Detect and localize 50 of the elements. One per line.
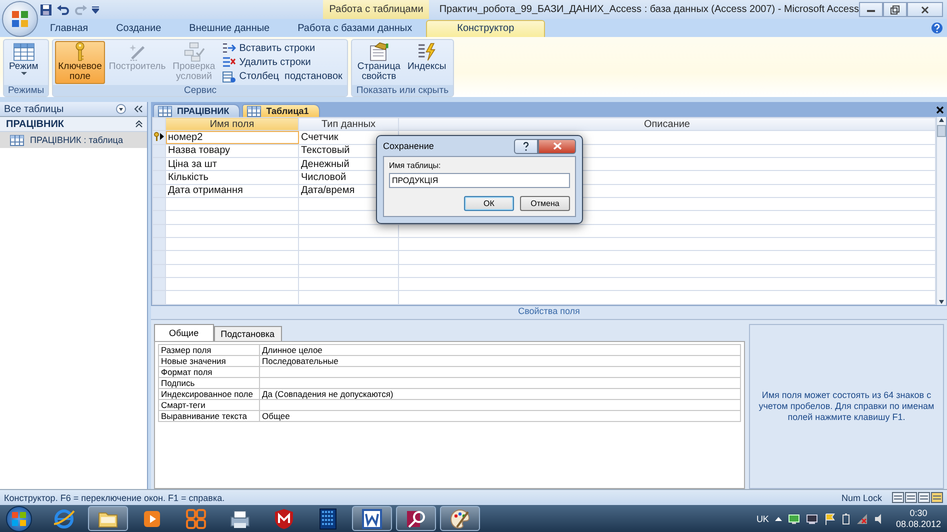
group-label: Сервис — [53, 85, 348, 96]
num-lock-indicator: Num Lock — [841, 492, 882, 502]
property-value[interactable]: Общее — [260, 410, 740, 422]
ribbon-tab[interactable]: Внешние данные — [175, 21, 284, 37]
property-label: Выравнивание текста — [158, 410, 260, 422]
ribbon-tab[interactable]: Конструктор — [426, 20, 546, 37]
property-tab[interactable]: Общие — [154, 324, 214, 341]
column-header[interactable]: Тип данных — [298, 118, 398, 131]
property-value[interactable]: Да (Совпадения не допускаются) — [260, 388, 740, 400]
field-name-cell[interactable]: Ціна за шт — [166, 158, 298, 171]
field-name-cell[interactable]: Кількість — [166, 170, 298, 184]
contextual-tab-label: Работа с таблицами — [323, 0, 430, 19]
group-label: Режимы — [4, 85, 48, 96]
status-text: Конструктор. F6 = переключение окон. F1 = справка. — [4, 492, 226, 502]
ribbon-tab[interactable]: Создание — [102, 21, 176, 37]
field-name-cell[interactable]: Дата отримання — [166, 184, 298, 198]
property-label: Смарт-теги — [158, 400, 260, 410]
property-label: Подпись — [158, 378, 260, 388]
ribbon-tab[interactable]: Работа с базами данных — [284, 21, 426, 37]
dialog-button[interactable]: ОК — [464, 196, 514, 211]
ribbon-tab[interactable]: Главная — [36, 21, 102, 37]
property-label: Новые значения — [158, 356, 260, 366]
nav-item[interactable]: ПРАЦІВНИК : таблица — [0, 132, 147, 148]
clock[interactable]: 0:30 08.08.2012 — [896, 508, 941, 530]
ribbon-button[interactable]: Удалить строки — [219, 56, 346, 68]
table-name-field[interactable]: ПРОДУКЦІЯ — [389, 173, 570, 188]
ribbon-button[interactable]: Режим — [6, 41, 42, 84]
property-tab[interactable]: Подстановка — [214, 326, 282, 341]
help-text: Имя поля может состоять из 64 знаков с учетом пробелов. Для справки по именам полей нажмите клавишу F1. — [758, 390, 936, 424]
field-name-cell[interactable]: номер2 — [166, 130, 298, 144]
dialog-button[interactable]: Отмена — [520, 196, 570, 211]
language-indicator[interactable]: UK — [756, 514, 769, 524]
ribbon-button[interactable]: Столбец подстановок — [219, 70, 346, 83]
property-label: Размер поля — [158, 344, 260, 356]
ribbon-button[interactable]: Ключевое поле — [55, 41, 105, 84]
ribbon-button[interactable]: Индексы — [404, 41, 450, 84]
field-name-cell[interactable]: Назва товару — [166, 144, 298, 158]
property-label: Формат поля — [158, 366, 260, 378]
property-value[interactable]: Длинное целое — [260, 344, 740, 356]
property-value[interactable]: Последовательные — [260, 356, 740, 366]
property-label: Индексированное поле — [158, 388, 260, 400]
column-header[interactable]: Имя поля — [166, 118, 298, 131]
window-title: Практич_робота_99_БАЗИ_ДАНИХ_Access : база данных (Access 2007) - Microsoft Access — [438, 4, 859, 15]
section-title: Свойства поля — [151, 306, 947, 320]
ribbon-button[interactable]: Вставить строки — [219, 42, 346, 54]
group-label: Показать или скрыть — [352, 85, 453, 96]
document-tab[interactable]: Таблица1 — [242, 104, 320, 117]
ribbon-button[interactable]: Страница свойств — [354, 41, 404, 84]
column-header[interactable]: Описание — [398, 118, 936, 131]
document-tab[interactable]: ПРАЦІВНИК — [153, 104, 240, 117]
